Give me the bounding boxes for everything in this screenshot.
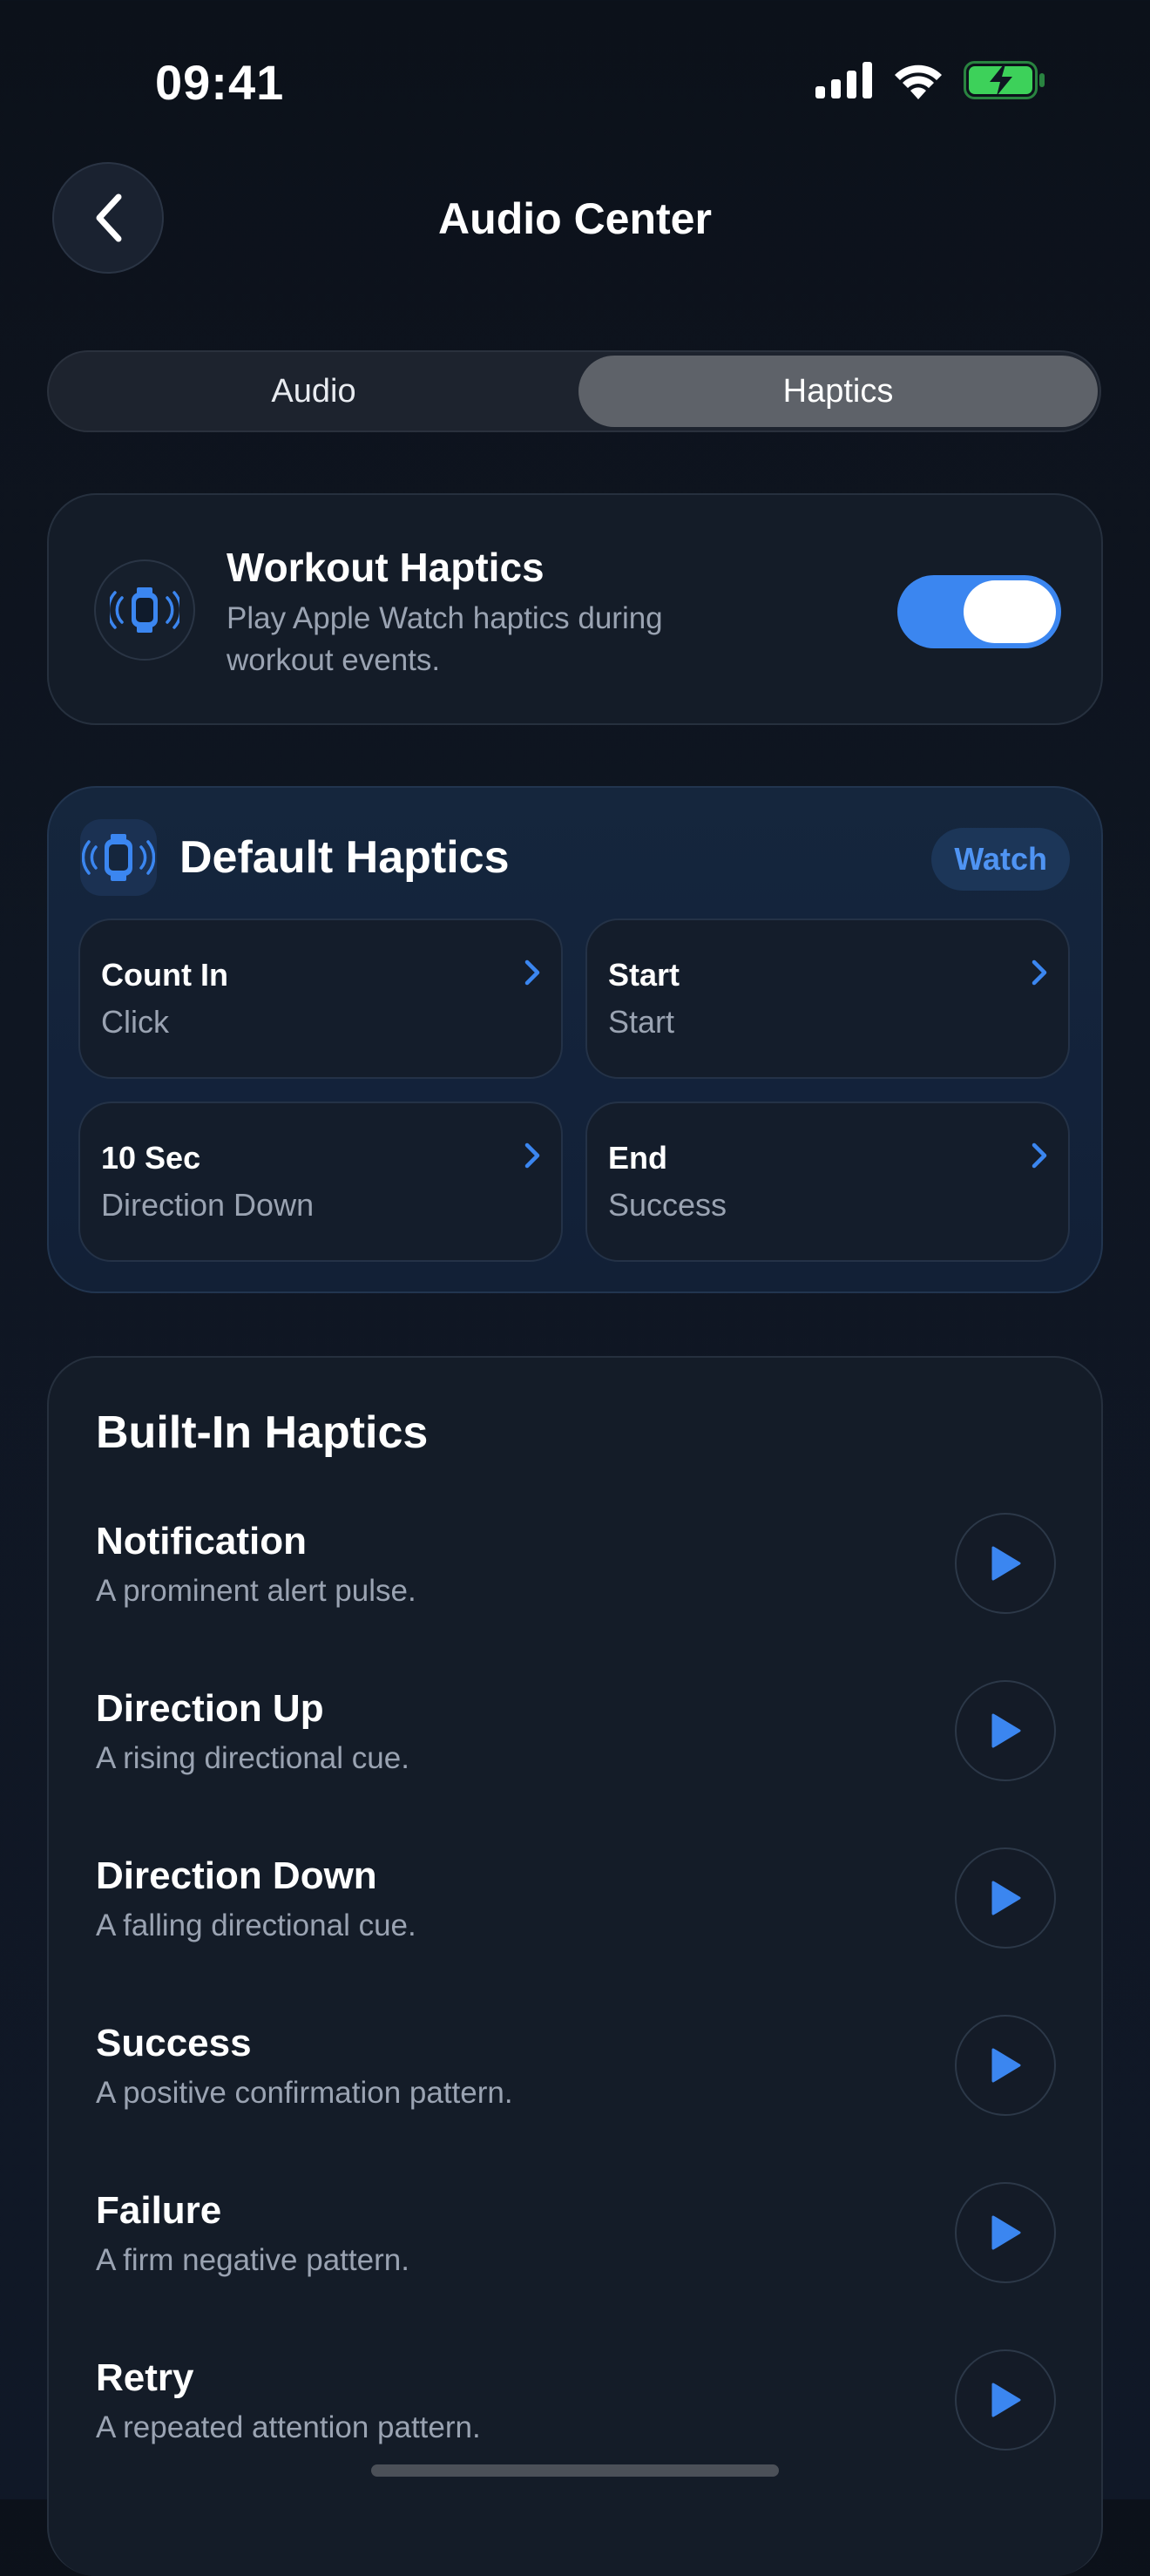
tile-title: End xyxy=(608,1140,667,1176)
navigation-bar: Audio Center xyxy=(0,157,1150,288)
chevron-right-icon xyxy=(524,959,540,986)
tile-title: 10 Sec xyxy=(101,1140,201,1176)
haptic-row-notification: Notification A prominent alert pulse. xyxy=(49,1513,1101,1687)
play-button[interactable] xyxy=(955,1680,1056,1781)
haptic-title: Retry xyxy=(96,2356,194,2399)
tile-end[interactable]: End Success xyxy=(585,1102,1070,1262)
tab-audio[interactable]: Audio xyxy=(54,356,573,427)
haptic-description: A firm negative pattern. xyxy=(96,2243,409,2277)
status-bar: 09:41 xyxy=(0,0,1150,157)
haptic-description: A rising directional cue. xyxy=(96,1741,409,1775)
play-button[interactable] xyxy=(955,2015,1056,2116)
tile-value: Success xyxy=(608,1187,727,1223)
haptic-title: Notification xyxy=(96,1520,307,1563)
haptic-title: Direction Down xyxy=(96,1854,377,1897)
tile-title: Count In xyxy=(101,957,228,993)
haptic-description: A falling directional cue. xyxy=(96,1908,416,1942)
watch-haptic-icon xyxy=(80,819,157,896)
haptic-description: A repeated attention pattern. xyxy=(96,2410,481,2444)
default-haptics-card: Default Haptics Watch Count In Click Sta… xyxy=(47,786,1103,1293)
default-haptics-title: Default Haptics xyxy=(179,832,510,883)
status-time: 09:41 xyxy=(155,55,285,110)
tile-value: Click xyxy=(101,1004,169,1040)
play-icon xyxy=(991,2383,1021,2417)
chevron-right-icon xyxy=(1032,1142,1047,1169)
tile-count-in[interactable]: Count In Click xyxy=(78,919,563,1079)
status-icons xyxy=(815,61,1045,99)
haptic-row-direction-down: Direction Down A falling directional cue… xyxy=(49,1847,1101,2022)
haptic-row-direction-up: Direction Up A rising directional cue. xyxy=(49,1680,1101,1854)
play-icon xyxy=(991,1881,1021,1915)
play-button[interactable] xyxy=(955,1513,1056,1614)
haptic-row-failure: Failure A firm negative pattern. xyxy=(49,2182,1101,2356)
tile-value: Start xyxy=(608,1004,675,1040)
watch-badge: Watch xyxy=(931,828,1070,891)
haptic-row-success: Success A positive confirmation pattern. xyxy=(49,2015,1101,2189)
tile-title: Start xyxy=(608,957,680,993)
play-icon xyxy=(991,1546,1021,1581)
haptic-title: Failure xyxy=(96,2189,222,2232)
play-icon xyxy=(991,2048,1021,2083)
workout-haptics-card: Workout Haptics Play Apple Watch haptics… xyxy=(47,493,1103,725)
home-indicator xyxy=(371,2464,779,2477)
haptic-row-retry: Retry A repeated attention pattern. xyxy=(49,2349,1101,2524)
play-button[interactable] xyxy=(955,2182,1056,2283)
tab-haptics[interactable]: Haptics xyxy=(578,356,1098,427)
chevron-right-icon xyxy=(1032,959,1047,986)
chevron-right-icon xyxy=(524,1142,540,1169)
workout-haptics-toggle[interactable] xyxy=(897,575,1061,648)
battery-charging-icon xyxy=(964,61,1045,99)
haptic-title: Success xyxy=(96,2022,252,2064)
play-icon xyxy=(991,1713,1021,1748)
built-in-haptics-card: Built-In Haptics Notification A prominen… xyxy=(47,1356,1103,2576)
toggle-knob xyxy=(964,580,1056,643)
play-icon xyxy=(991,2215,1021,2250)
workout-haptics-description: Play Apple Watch haptics during workout … xyxy=(227,601,663,677)
play-button[interactable] xyxy=(955,2349,1056,2451)
signal-icon xyxy=(815,62,872,98)
haptic-title: Direction Up xyxy=(96,1687,324,1730)
built-in-haptics-title: Built-In Haptics xyxy=(96,1407,429,1458)
tile-start[interactable]: Start Start xyxy=(585,919,1070,1079)
segmented-control: Audio Haptics xyxy=(47,350,1101,432)
haptic-description: A positive confirmation pattern. xyxy=(96,2076,513,2110)
haptic-description: A prominent alert pulse. xyxy=(96,1574,416,1608)
tile-10-sec[interactable]: 10 Sec Direction Down xyxy=(78,1102,563,1262)
tile-value: Direction Down xyxy=(101,1187,315,1223)
workout-haptics-title: Workout Haptics xyxy=(227,545,545,590)
wifi-icon xyxy=(895,64,942,99)
watch-haptic-icon xyxy=(94,559,195,661)
play-button[interactable] xyxy=(955,1847,1056,1949)
page-title: Audio Center xyxy=(438,194,712,243)
